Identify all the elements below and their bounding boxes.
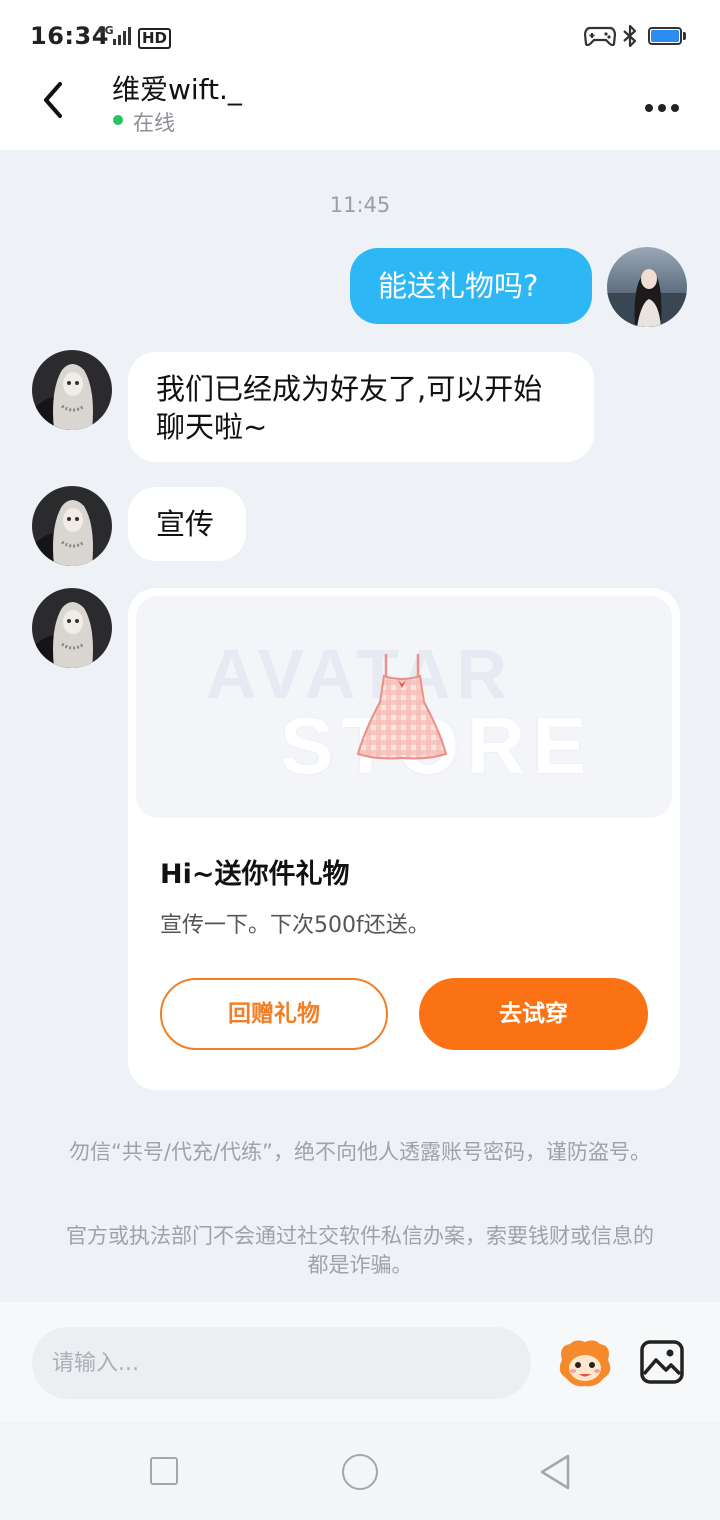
game-controller-icon (584, 26, 616, 47)
bluetooth-icon (623, 24, 637, 48)
gift-description: 宣传一下。下次500f还送。 (160, 913, 430, 938)
incoming-message[interactable]: 宣传 (128, 487, 246, 561)
online-status-dot (113, 115, 123, 125)
contact-avatar[interactable] (32, 588, 112, 668)
hd-badge: HD (138, 28, 172, 49)
message-input[interactable] (32, 1327, 531, 1399)
gift-title: Hi~送你件礼物 (160, 859, 350, 890)
network-type: 4G (97, 24, 114, 37)
emoji-mascot-icon[interactable] (556, 1338, 614, 1388)
recent-apps-icon[interactable] (150, 1457, 178, 1485)
back-triangle-icon[interactable] (538, 1452, 572, 1492)
message-timestamp: 11:45 (329, 193, 391, 217)
fraud-notice: 官方或执法部门不会通过社交软件私信办案，索要钱财或信息的都是诈骗。 (66, 1224, 654, 1277)
battery-cap (683, 32, 686, 40)
outgoing-message[interactable]: 能送礼物吗? (350, 248, 592, 324)
dress-gift-image (356, 654, 448, 760)
more-dots-icon[interactable] (645, 97, 685, 112)
battery-level (651, 30, 679, 42)
my-avatar[interactable] (607, 247, 687, 327)
contact-name[interactable]: 维爱wift._ (112, 68, 242, 108)
security-notice: 勿信“共号/代充/代练”，绝不向他人透露账号密码，谨防盗号。 (69, 1140, 651, 1164)
try-on-button[interactable]: 去试穿 (419, 978, 648, 1050)
chevron-left-icon[interactable] (36, 78, 76, 122)
home-icon[interactable] (342, 1454, 378, 1490)
return-gift-button[interactable]: 回赠礼物 (160, 978, 388, 1050)
chat-header (0, 72, 720, 150)
incoming-message[interactable]: 我们已经成为好友了,可以开始聊天啦~ (128, 352, 594, 462)
signal-icon (113, 27, 131, 45)
contact-avatar[interactable] (32, 486, 112, 566)
image-icon[interactable] (640, 1340, 684, 1384)
contact-avatar[interactable] (32, 350, 112, 430)
online-status: 在线 (133, 111, 175, 135)
